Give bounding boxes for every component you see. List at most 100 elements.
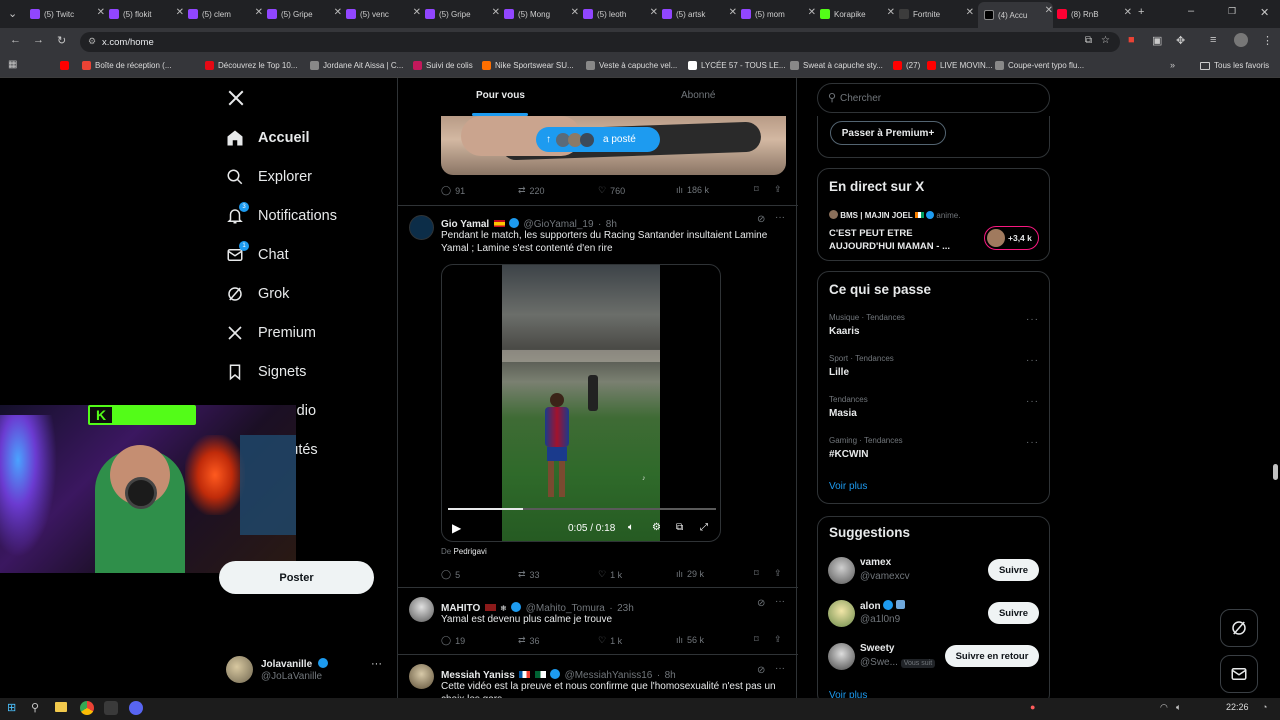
share-button[interactable]: ⇪ — [774, 634, 782, 645]
bookmark-item[interactable]: LIVE MOVIN... — [927, 61, 992, 70]
sidebar-item-grok[interactable]: Grok — [226, 282, 289, 306]
repost-button[interactable]: ⇄ 36 — [518, 635, 540, 646]
browser-tab[interactable]: (5) Gripe ✕ — [267, 4, 342, 24]
discord-icon[interactable] — [129, 701, 143, 715]
grok-icon[interactable]: ⊘ — [757, 214, 765, 225]
bookmark-button[interactable]: ⌑ — [754, 634, 759, 645]
extension-icon[interactable]: ■ — [1128, 34, 1135, 46]
sidebar-item-premium[interactable]: Premium — [226, 321, 316, 345]
new-tab-icon[interactable]: + — [1138, 6, 1144, 18]
browser-tab[interactable]: (5) clem ✕ — [188, 4, 263, 24]
live-host[interactable]: BMS | MAJIN JOEL anime. — [829, 210, 960, 220]
reply-button[interactable]: ◯ 91 — [441, 185, 465, 196]
tab-close-icon[interactable]: ✕ — [966, 7, 974, 18]
tweet[interactable]: Messiah Yaniss @MessiahYaniss16 · 8h ⊘ ·… — [398, 655, 798, 698]
share-button[interactable]: ⇪ — [774, 568, 782, 579]
play-icon[interactable]: ▶ — [452, 521, 461, 535]
trend-item[interactable]: Musique · Tendances Kaaris ··· — [818, 308, 1049, 346]
reply-button[interactable]: ◯ 5 — [441, 569, 460, 580]
minimize-icon[interactable]: – — [1188, 5, 1194, 17]
suggestion-item[interactable]: vamex @vamexcv Suivre — [818, 555, 1049, 589]
live-text[interactable]: C'EST PEUT ETRE AUJOURD'HUI MAMAN - ... — [829, 227, 969, 253]
maximize-icon[interactable]: ❐ — [1228, 6, 1236, 17]
more-bookmarks-icon[interactable]: » — [1170, 60, 1175, 70]
grok-float-button[interactable] — [1220, 609, 1258, 647]
bookmark-item[interactable] — [60, 61, 73, 70]
follow-button[interactable]: Suivre — [988, 602, 1039, 624]
site-info-icon[interactable]: ⚙ — [88, 36, 96, 47]
tab-close-icon[interactable]: ✕ — [1124, 7, 1132, 18]
bookmark-item[interactable]: Jordane Ait Aissa | C... — [310, 61, 403, 70]
sidebar-item-signets[interactable]: Signets — [226, 360, 306, 384]
tweet[interactable]: MAHITO ❄ @Mahito_Tomura · 23h ⊘ ··· Yama… — [398, 588, 798, 654]
media-icon[interactable]: ≡ — [1210, 34, 1216, 46]
tab-abonne[interactable]: Abonné — [681, 90, 715, 101]
search-icon[interactable]: ⚲ — [31, 701, 39, 714]
new-posts-pill[interactable]: ↑ a posté — [536, 127, 660, 152]
post-button[interactable]: Poster — [219, 561, 374, 594]
trend-item[interactable]: Gaming · Tendances #KCWIN ··· — [818, 431, 1049, 469]
bookmark-item[interactable]: Coupe-vent typo flu... — [995, 61, 1084, 70]
reply-button[interactable]: ◯ 19 — [441, 635, 465, 646]
volume-icon[interactable]: 🔈︎ — [1176, 702, 1181, 713]
taskbar-clock[interactable]: 22:26 — [1226, 702, 1249, 712]
like-button[interactable]: ♡ 1 k — [598, 635, 622, 646]
avatar[interactable] — [409, 597, 434, 622]
tab-close-icon[interactable]: ✕ — [729, 7, 737, 18]
views-button[interactable]: ılı 186 k — [676, 185, 709, 195]
repost-button[interactable]: ⇄ 33 — [518, 569, 540, 580]
bookmark-item[interactable]: LYCÉE 57 - TOUS LE... — [688, 61, 785, 70]
tab-close-icon[interactable]: ✕ — [413, 7, 421, 18]
tab-close-icon[interactable]: ✕ — [176, 7, 184, 18]
like-button[interactable]: ♡ 1 k — [598, 569, 622, 580]
bookmark-item[interactable]: Découvrez le Top 10... — [205, 61, 297, 70]
tab-close-icon[interactable]: ✕ — [571, 7, 579, 18]
trend-item[interactable]: Sport · Tendances Lille ··· — [818, 349, 1049, 387]
sidebar-item-explorer[interactable]: Explorer — [226, 165, 312, 189]
browser-tab[interactable]: (5) venc ✕ — [346, 4, 421, 24]
more-icon[interactable]: ··· — [775, 663, 785, 674]
tab-close-icon[interactable]: ✕ — [255, 7, 263, 18]
browser-menu-icon[interactable]: ⋮ — [1262, 34, 1273, 47]
tab-close-icon[interactable]: ✕ — [650, 7, 658, 18]
browser-tab[interactable]: Korapike ✕ — [820, 4, 895, 24]
browser-tab[interactable]: Fortnite ✕ — [899, 4, 974, 24]
forward-icon[interactable]: → — [33, 34, 44, 46]
tab-close-icon[interactable]: ✕ — [97, 7, 105, 18]
browser-tab[interactable]: (5) leoth ✕ — [583, 4, 658, 24]
notification-center-icon[interactable]: ◔ — [1262, 702, 1267, 712]
avatar[interactable] — [409, 664, 434, 689]
grok-icon[interactable]: ⊘ — [757, 665, 765, 676]
all-bookmarks-folder[interactable]: Tous les favoris — [1200, 61, 1269, 70]
more-icon[interactable]: ··· — [1026, 355, 1039, 366]
apps-grid-icon[interactable]: ▦ — [8, 59, 17, 70]
bookmark-item[interactable]: Boîte de réception (... — [82, 61, 172, 70]
avatar[interactable] — [409, 215, 434, 240]
tab-close-icon[interactable]: ✕ — [808, 7, 816, 18]
tab-close-icon[interactable]: ✕ — [334, 7, 342, 18]
x-logo-icon[interactable] — [227, 89, 245, 107]
browser-tab[interactable]: (5) flokit ✕ — [109, 4, 184, 24]
tab-close-icon[interactable]: ✕ — [1045, 5, 1053, 16]
chrome-icon[interactable] — [80, 701, 94, 715]
volume-icon[interactable]: 🔈︎ — [628, 522, 634, 533]
messages-float-button[interactable] — [1220, 655, 1258, 693]
tab-pour-vous[interactable]: Pour vous — [476, 90, 525, 101]
live-listeners-badge[interactable]: +3,4 k — [984, 226, 1039, 250]
tray-icon[interactable]: ● — [1030, 702, 1035, 712]
scrollbar-thumb[interactable] — [1273, 464, 1278, 480]
bookmark-item[interactable]: Nike Sportswear SU... — [482, 61, 574, 70]
account-switcher[interactable]: Jolavanille @JoLaVanille ··· — [226, 656, 386, 684]
sidebar-item-accueil[interactable]: Accueil — [226, 126, 310, 150]
suggestion-item[interactable]: Sweety @Swe... Vous suit Suivre en retou… — [818, 641, 1049, 675]
bookmark-star-icon[interactable]: ☆ — [1101, 35, 1110, 46]
tweet[interactable]: Gio Yamal @GioYamal_19 · 8h ⊘ ··· Pendan… — [398, 206, 798, 586]
close-window-icon[interactable]: ✕ — [1260, 6, 1269, 19]
bookmark-item[interactable]: Veste à capuche vel... — [586, 61, 677, 70]
more-icon[interactable]: ··· — [1026, 396, 1039, 407]
browser-tab[interactable]: (5) mom ✕ — [741, 4, 816, 24]
reload-icon[interactable]: ↻ — [57, 34, 66, 47]
sidebar-item-chat[interactable]: 1 Chat — [226, 241, 289, 267]
like-button[interactable]: ♡ 760 — [598, 185, 625, 196]
more-icon[interactable]: ··· — [1026, 437, 1039, 448]
